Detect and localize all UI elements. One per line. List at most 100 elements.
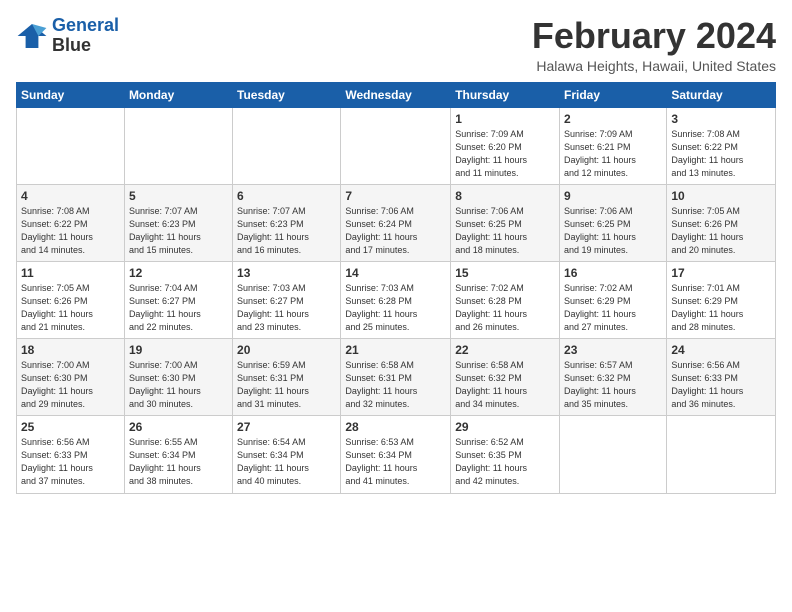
logo-text: General Blue: [52, 16, 119, 56]
calendar-cell: [124, 107, 232, 184]
day-number: 7: [345, 189, 446, 203]
day-info: Sunrise: 7:00 AM Sunset: 6:30 PM Dayligh…: [129, 359, 228, 411]
day-info: Sunrise: 6:56 AM Sunset: 6:33 PM Dayligh…: [671, 359, 771, 411]
calendar-cell: 20 Sunrise: 6:59 AM Sunset: 6:31 PM Dayli…: [233, 339, 341, 416]
day-info: Sunrise: 7:05 AM Sunset: 6:26 PM Dayligh…: [671, 205, 771, 257]
calendar-cell: 10 Sunrise: 7:05 AM Sunset: 6:26 PM Dayli…: [667, 184, 776, 261]
day-of-week-header: Monday: [124, 82, 232, 107]
day-info: Sunrise: 7:08 AM Sunset: 6:22 PM Dayligh…: [21, 205, 120, 257]
day-of-week-header: Friday: [560, 82, 667, 107]
page-header: General Blue February 2024 Halawa Height…: [16, 16, 776, 74]
calendar-cell: 25 Sunrise: 6:56 AM Sunset: 6:33 PM Dayli…: [17, 416, 125, 493]
day-info: Sunrise: 7:06 AM Sunset: 6:25 PM Dayligh…: [564, 205, 662, 257]
day-number: 14: [345, 266, 446, 280]
day-info: Sunrise: 7:08 AM Sunset: 6:22 PM Dayligh…: [671, 128, 771, 180]
calendar-cell: 3 Sunrise: 7:08 AM Sunset: 6:22 PM Daylig…: [667, 107, 776, 184]
day-info: Sunrise: 6:59 AM Sunset: 6:31 PM Dayligh…: [237, 359, 336, 411]
calendar-cell: 21 Sunrise: 6:58 AM Sunset: 6:31 PM Dayli…: [341, 339, 451, 416]
day-number: 3: [671, 112, 771, 126]
day-number: 15: [455, 266, 555, 280]
calendar-cell: 5Sunrise: 7:07 AM Sunset: 6:23 PM Daylig…: [124, 184, 232, 261]
day-number: 18: [21, 343, 120, 357]
day-info: Sunrise: 7:02 AM Sunset: 6:28 PM Dayligh…: [455, 282, 555, 334]
logo-icon: [16, 20, 48, 52]
day-number: 10: [671, 189, 771, 203]
calendar-cell: 22 Sunrise: 6:58 AM Sunset: 6:32 PM Dayli…: [451, 339, 560, 416]
day-info: Sunrise: 7:09 AM Sunset: 6:20 PM Dayligh…: [455, 128, 555, 180]
title-block: February 2024 Halawa Heights, Hawaii, Un…: [532, 16, 776, 74]
calendar-cell: [560, 416, 667, 493]
calendar-week-row: 1Sunrise: 7:09 AM Sunset: 6:20 PM Daylig…: [17, 107, 776, 184]
day-number: 16: [564, 266, 662, 280]
day-info: Sunrise: 7:06 AM Sunset: 6:24 PM Dayligh…: [345, 205, 446, 257]
calendar-week-row: 18 Sunrise: 7:00 AM Sunset: 6:30 PM Dayli…: [17, 339, 776, 416]
calendar-cell: 24 Sunrise: 6:56 AM Sunset: 6:33 PM Dayli…: [667, 339, 776, 416]
calendar-cell: [667, 416, 776, 493]
logo: General Blue: [16, 16, 119, 56]
day-info: Sunrise: 6:54 AM Sunset: 6:34 PM Dayligh…: [237, 436, 336, 488]
calendar-cell: 4 Sunrise: 7:08 AM Sunset: 6:22 PM Daylig…: [17, 184, 125, 261]
calendar-cell: 13 Sunrise: 7:03 AM Sunset: 6:27 PM Dayli…: [233, 261, 341, 338]
day-number: 6: [237, 189, 336, 203]
day-info: Sunrise: 6:58 AM Sunset: 6:31 PM Dayligh…: [345, 359, 446, 411]
day-info: Sunrise: 6:58 AM Sunset: 6:32 PM Dayligh…: [455, 359, 555, 411]
calendar-cell: 23Sunrise: 6:57 AM Sunset: 6:32 PM Dayli…: [560, 339, 667, 416]
day-number: 8: [455, 189, 555, 203]
calendar-cell: 27 Sunrise: 6:54 AM Sunset: 6:34 PM Dayli…: [233, 416, 341, 493]
day-number: 25: [21, 420, 120, 434]
day-info: Sunrise: 6:56 AM Sunset: 6:33 PM Dayligh…: [21, 436, 120, 488]
calendar-cell: 12 Sunrise: 7:04 AM Sunset: 6:27 PM Dayli…: [124, 261, 232, 338]
calendar-cell: 26Sunrise: 6:55 AM Sunset: 6:34 PM Dayli…: [124, 416, 232, 493]
day-info: Sunrise: 7:00 AM Sunset: 6:30 PM Dayligh…: [21, 359, 120, 411]
day-number: 11: [21, 266, 120, 280]
day-number: 27: [237, 420, 336, 434]
calendar-cell: 8 Sunrise: 7:06 AM Sunset: 6:25 PM Daylig…: [451, 184, 560, 261]
day-number: 13: [237, 266, 336, 280]
day-number: 26: [129, 420, 228, 434]
day-number: 21: [345, 343, 446, 357]
day-info: Sunrise: 7:03 AM Sunset: 6:28 PM Dayligh…: [345, 282, 446, 334]
day-number: 17: [671, 266, 771, 280]
calendar-cell: 2 Sunrise: 7:09 AM Sunset: 6:21 PM Daylig…: [560, 107, 667, 184]
day-info: Sunrise: 7:05 AM Sunset: 6:26 PM Dayligh…: [21, 282, 120, 334]
day-info: Sunrise: 7:03 AM Sunset: 6:27 PM Dayligh…: [237, 282, 336, 334]
month-year-title: February 2024: [532, 16, 776, 56]
calendar-cell: 14 Sunrise: 7:03 AM Sunset: 6:28 PM Dayli…: [341, 261, 451, 338]
calendar-cell: 17 Sunrise: 7:01 AM Sunset: 6:29 PM Dayli…: [667, 261, 776, 338]
day-number: 28: [345, 420, 446, 434]
day-number: 22: [455, 343, 555, 357]
day-info: Sunrise: 7:01 AM Sunset: 6:29 PM Dayligh…: [671, 282, 771, 334]
calendar-table: SundayMondayTuesdayWednesdayThursdayFrid…: [16, 82, 776, 494]
day-of-week-header: Sunday: [17, 82, 125, 107]
calendar-cell: 28Sunrise: 6:53 AM Sunset: 6:34 PM Dayli…: [341, 416, 451, 493]
calendar-cell: 1Sunrise: 7:09 AM Sunset: 6:20 PM Daylig…: [451, 107, 560, 184]
calendar-cell: 18 Sunrise: 7:00 AM Sunset: 6:30 PM Dayli…: [17, 339, 125, 416]
calendar-cell: 15 Sunrise: 7:02 AM Sunset: 6:28 PM Dayli…: [451, 261, 560, 338]
calendar-cell: 29 Sunrise: 6:52 AM Sunset: 6:35 PM Dayli…: [451, 416, 560, 493]
location-subtitle: Halawa Heights, Hawaii, United States: [532, 58, 776, 74]
calendar-week-row: 4 Sunrise: 7:08 AM Sunset: 6:22 PM Daylig…: [17, 184, 776, 261]
calendar-cell: 19 Sunrise: 7:00 AM Sunset: 6:30 PM Dayli…: [124, 339, 232, 416]
calendar-cell: [233, 107, 341, 184]
day-number: 19: [129, 343, 228, 357]
day-number: 24: [671, 343, 771, 357]
calendar-cell: 11 Sunrise: 7:05 AM Sunset: 6:26 PM Dayli…: [17, 261, 125, 338]
calendar-week-row: 11 Sunrise: 7:05 AM Sunset: 6:26 PM Dayli…: [17, 261, 776, 338]
day-number: 20: [237, 343, 336, 357]
calendar-cell: 7 Sunrise: 7:06 AM Sunset: 6:24 PM Daylig…: [341, 184, 451, 261]
calendar-week-row: 25 Sunrise: 6:56 AM Sunset: 6:33 PM Dayli…: [17, 416, 776, 493]
day-info: Sunrise: 7:09 AM Sunset: 6:21 PM Dayligh…: [564, 128, 662, 180]
day-info: Sunrise: 7:07 AM Sunset: 6:23 PM Dayligh…: [237, 205, 336, 257]
calendar-header-row: SundayMondayTuesdayWednesdayThursdayFrid…: [17, 82, 776, 107]
day-number: 12: [129, 266, 228, 280]
day-info: Sunrise: 6:57 AM Sunset: 6:32 PM Dayligh…: [564, 359, 662, 411]
day-of-week-header: Wednesday: [341, 82, 451, 107]
day-number: 29: [455, 420, 555, 434]
day-number: 4: [21, 189, 120, 203]
day-info: Sunrise: 6:52 AM Sunset: 6:35 PM Dayligh…: [455, 436, 555, 488]
day-info: Sunrise: 7:04 AM Sunset: 6:27 PM Dayligh…: [129, 282, 228, 334]
day-info: Sunrise: 7:02 AM Sunset: 6:29 PM Dayligh…: [564, 282, 662, 334]
day-number: 2: [564, 112, 662, 126]
day-info: Sunrise: 7:06 AM Sunset: 6:25 PM Dayligh…: [455, 205, 555, 257]
calendar-cell: 16 Sunrise: 7:02 AM Sunset: 6:29 PM Dayli…: [560, 261, 667, 338]
